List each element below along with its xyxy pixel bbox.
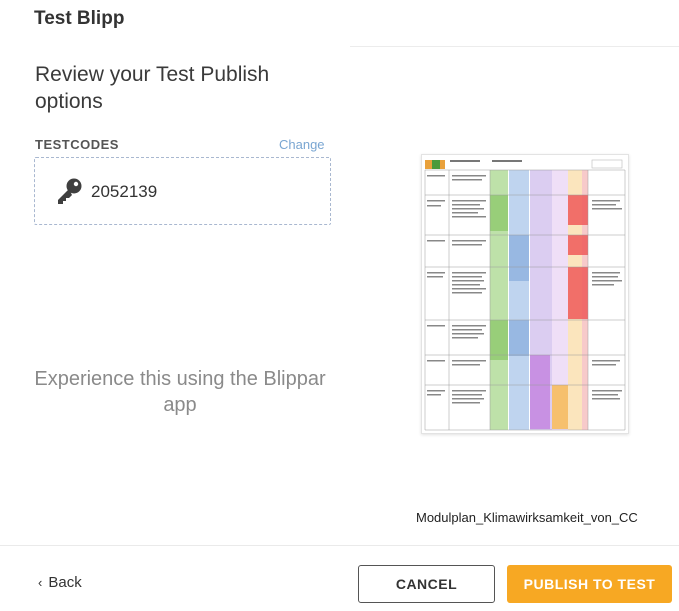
testcode-box: 2052139 <box>34 157 331 225</box>
preview-filename: Modulplan_Klimawirksamkeit_von_CC <box>416 510 638 525</box>
options-panel: Review your Test Publish options TESTCOD… <box>0 0 350 540</box>
document-preview <box>421 154 629 434</box>
review-heading: Review your Test Publish options <box>35 63 270 113</box>
key-icon <box>58 178 82 204</box>
back-label: Back <box>48 574 82 591</box>
change-link[interactable]: Change <box>279 137 325 152</box>
header-divider <box>350 46 679 47</box>
cancel-button[interactable]: CANCEL <box>358 565 495 603</box>
document-thumbnail <box>422 155 628 433</box>
testcodes-label: TESTCODES <box>35 137 119 152</box>
testcode-value: 2052139 <box>91 182 158 201</box>
experience-message: Experience this using the Blippar app <box>34 368 326 416</box>
back-button[interactable]: ‹ Back <box>38 574 82 591</box>
publish-to-test-button[interactable]: PUBLISH TO TEST <box>507 565 672 603</box>
chevron-left-icon: ‹ <box>38 575 43 590</box>
footer-divider <box>0 545 679 546</box>
